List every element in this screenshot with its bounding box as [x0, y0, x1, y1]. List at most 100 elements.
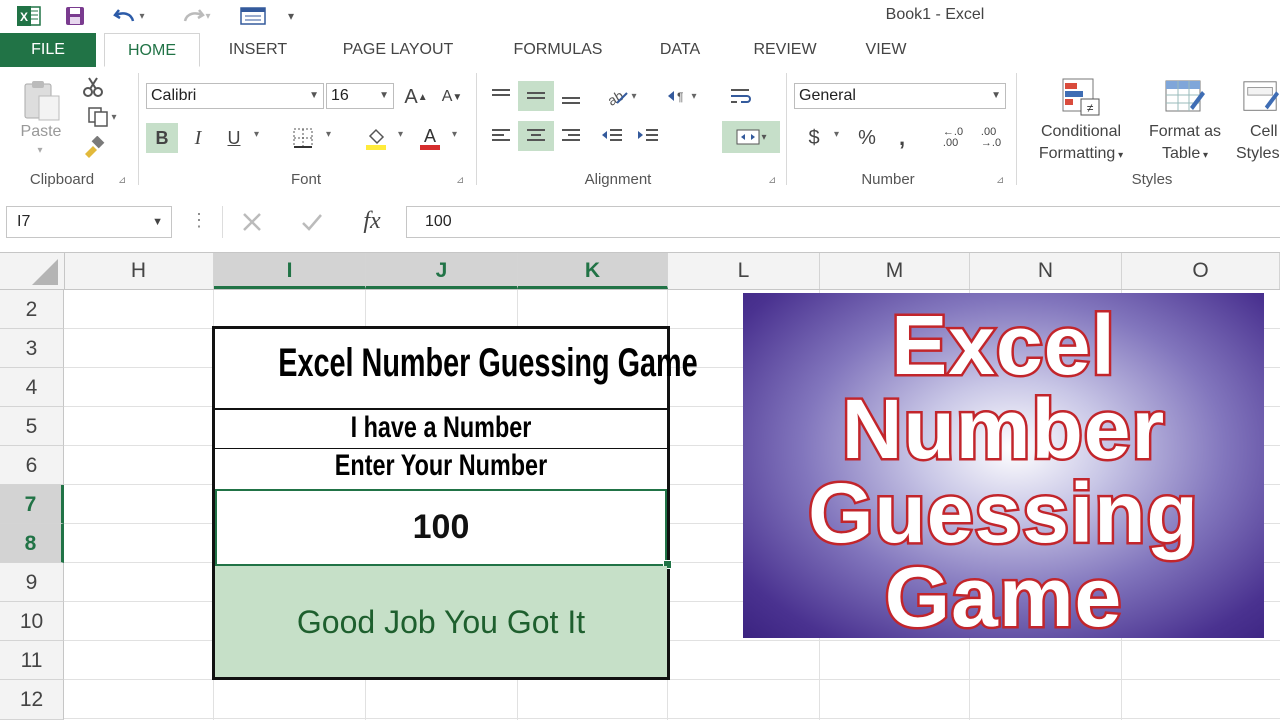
svg-text:≠: ≠ [1087, 101, 1094, 115]
font-color-dropdown-icon[interactable]: ▾ [452, 129, 457, 140]
grow-font-button[interactable]: A ▲ [402, 83, 430, 111]
font-size-combo[interactable]: 16 ▼ [326, 83, 394, 109]
font-group-label: Font [290, 171, 321, 188]
bold-button[interactable]: B [146, 123, 178, 153]
paste-icon[interactable] [14, 77, 68, 123]
merge-center-icon[interactable]: ▾ [722, 121, 780, 153]
tab-page-layout[interactable]: PAGE LAYOUT [318, 33, 478, 67]
tab-formulas[interactable]: FORMULAS [490, 33, 626, 67]
more-options-icon[interactable]: ⋮ [190, 210, 208, 231]
enter-check-icon[interactable] [295, 208, 329, 236]
borders-icon[interactable] [288, 123, 318, 153]
row-header-11[interactable]: 11 [0, 641, 64, 680]
align-center-icon[interactable] [518, 121, 554, 151]
ribbon-tabs: FILE HOME INSERT PAGE LAYOUT FORMULAS DA… [0, 33, 1280, 68]
alignment-launcher-icon[interactable]: ⊿ [768, 175, 776, 186]
clipboard-launcher-icon[interactable]: ⊿ [118, 175, 126, 186]
underline-button[interactable]: U [220, 123, 248, 153]
increase-decimal-button[interactable]: ←.0 .00 [936, 123, 970, 153]
paste-dropdown-icon[interactable]: ▾ [30, 145, 50, 156]
fill-color-icon[interactable] [360, 123, 392, 153]
column-header-h[interactable]: H [64, 253, 214, 289]
name-box[interactable]: I7 ▼ [6, 206, 172, 238]
number-format-combo[interactable]: General ▼ [794, 83, 1006, 109]
font-name-combo[interactable]: Calibri ▼ [146, 83, 324, 109]
percent-button[interactable]: % [852, 123, 882, 153]
copy-icon[interactable]: ▾ [78, 103, 126, 131]
currency-button[interactable]: $ [800, 123, 828, 153]
column-header-j[interactable]: J [366, 253, 518, 289]
name-box-value: I7 [17, 213, 31, 230]
fill-color-dropdown-icon[interactable]: ▾ [398, 129, 403, 140]
wrap-text-icon[interactable] [724, 81, 758, 111]
column-header-o[interactable]: O [1122, 253, 1280, 289]
increase-indent-icon[interactable] [632, 121, 664, 151]
insert-function-button[interactable]: fx [353, 206, 391, 236]
cell-styles-icon[interactable] [1242, 75, 1280, 119]
underline-dropdown-icon[interactable]: ▾ [254, 129, 259, 140]
cut-icon[interactable] [78, 73, 108, 101]
align-left-icon[interactable] [486, 121, 516, 151]
row-header-4[interactable]: 4 [0, 368, 64, 407]
align-right-icon[interactable] [556, 121, 586, 151]
guess-input-cell[interactable]: 100 [215, 489, 667, 566]
tab-data[interactable]: DATA [636, 33, 724, 67]
format-painter-icon[interactable] [78, 133, 108, 161]
align-bottom-icon[interactable] [556, 81, 586, 111]
tab-review[interactable]: REVIEW [736, 33, 834, 67]
shrink-font-button[interactable]: A ▼ [438, 83, 466, 111]
decrease-decimal-button[interactable]: .00 →.0 [974, 123, 1008, 153]
row-header-10[interactable]: 10 [0, 602, 64, 641]
format-as-table-button[interactable]: Format as Table ▾ [1140, 121, 1230, 167]
number-launcher-icon[interactable]: ⊿ [996, 175, 1004, 186]
column-header-i[interactable]: I [214, 253, 366, 289]
column-header-l[interactable]: L [668, 253, 820, 289]
row-header-9[interactable]: 9 [0, 563, 64, 602]
column-header-n[interactable]: N [970, 253, 1122, 289]
tab-file[interactable]: FILE [0, 33, 96, 67]
tab-home[interactable]: HOME [104, 33, 200, 67]
align-middle-icon[interactable] [518, 81, 554, 111]
ribbon: Paste ▾ ▾ Clipboard ⊿ Calibri ▼ 16 ▼ A ▲ A ▼… [0, 67, 1280, 193]
conditional-formatting-button[interactable]: Conditional Formatting ▾ [1024, 121, 1138, 167]
grow-font-label: A [404, 85, 418, 108]
formula-input[interactable]: 100 [406, 206, 1280, 238]
number-format-value: General [799, 87, 856, 104]
banner-word-guessing: Guessing [806, 464, 1201, 563]
cancel-icon[interactable] [235, 208, 269, 236]
title-bar: X ▾ ▾ ▾ Book1 - Excel [0, 0, 1280, 33]
column-header-m[interactable]: M [820, 253, 970, 289]
row-header-6[interactable]: 6 [0, 446, 64, 485]
banner-word-game: Game [882, 548, 1123, 639]
column-header-k[interactable]: K [518, 253, 668, 289]
format-as-table-icon[interactable] [1162, 75, 1208, 119]
decrease-indent-icon[interactable] [596, 121, 628, 151]
font-color-icon[interactable]: A [414, 123, 446, 153]
paste-label[interactable]: Paste [14, 123, 68, 141]
chevron-down-icon[interactable]: ▼ [152, 207, 163, 237]
conditional-formatting-icon[interactable]: ≠ [1058, 75, 1104, 119]
italic-button[interactable]: I [184, 123, 212, 153]
tab-view[interactable]: VIEW [846, 33, 926, 67]
row-header-5[interactable]: 5 [0, 407, 64, 446]
comma-button[interactable]: , [890, 123, 914, 153]
banner-word-excel: Excel [889, 296, 1118, 395]
tab-insert[interactable]: INSERT [206, 33, 310, 67]
align-top-icon[interactable] [486, 81, 516, 111]
row-header-2[interactable]: 2 [0, 290, 64, 329]
borders-dropdown-icon[interactable]: ▾ [326, 129, 331, 140]
row-header-3[interactable]: 3 [0, 329, 64, 368]
text-direction-icon[interactable]: ¶ ▾ [656, 81, 706, 111]
currency-dropdown-icon[interactable]: ▾ [834, 129, 839, 140]
svg-text:A: A [424, 126, 436, 146]
game-prompt-line1: I have a Number [350, 411, 532, 444]
banner-word-number: Number [839, 380, 1166, 479]
font-launcher-icon[interactable]: ⊿ [456, 175, 464, 186]
orientation-icon[interactable]: ab ▾ [596, 81, 644, 111]
select-all-corner[interactable] [0, 253, 65, 289]
shrink-font-label: A [441, 88, 453, 105]
cell-styles-button[interactable]: Cell Styles [1232, 121, 1280, 165]
row-header-8[interactable]: 8 [0, 524, 64, 563]
row-header-7[interactable]: 7 [0, 485, 64, 524]
row-header-12[interactable]: 12 [0, 680, 64, 720]
